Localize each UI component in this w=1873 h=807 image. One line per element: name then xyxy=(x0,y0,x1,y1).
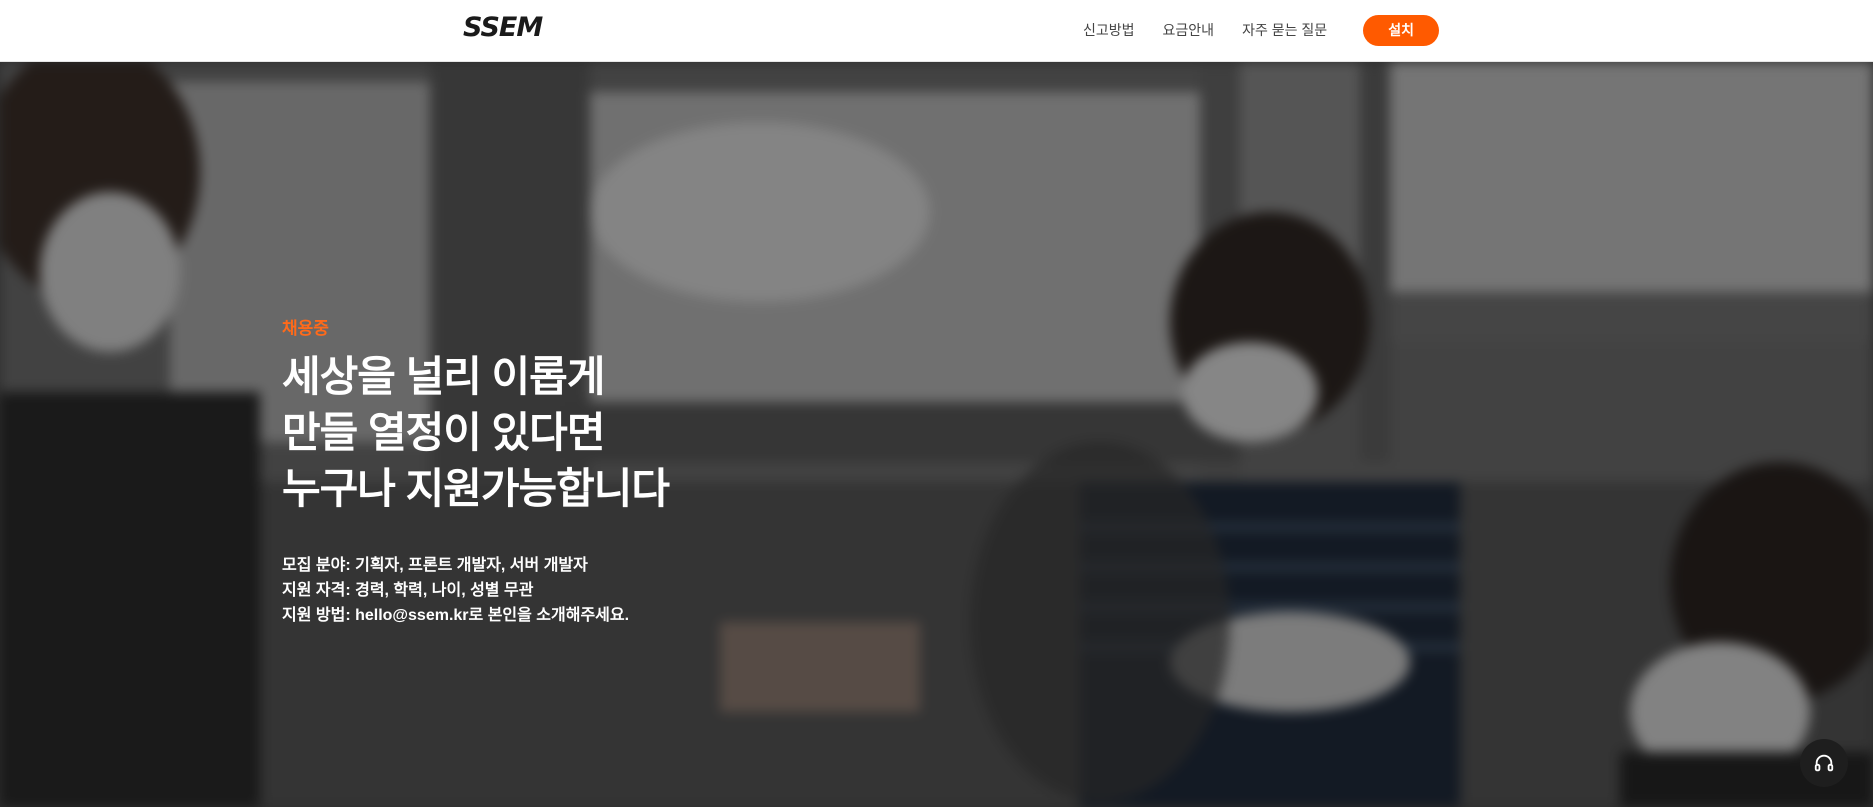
hero-content: 채용중 세상을 널리 이롭게 만들 열정이 있다면 누구나 지원가능합니다 모집… xyxy=(282,314,670,628)
hero-overlay xyxy=(0,62,1873,807)
hiring-badge: 채용중 xyxy=(282,319,329,338)
headline-line-3: 누구나 지원가능합니다 xyxy=(282,465,670,512)
recruit-details: 모집 분야: 기획자, 프론트 개발자, 서버 개발자 지원 자격: 경력, 학… xyxy=(282,553,669,628)
support-chat-button[interactable] xyxy=(1800,739,1848,787)
nav-pricing[interactable]: 요금안내 xyxy=(1163,20,1215,40)
recruit-method: 지원 방법: hello@ssem.kr로 본인을 소개해주세요. xyxy=(282,607,630,624)
page: SSEM 신고방법 요금안내 자주 묻는 질문 설치 채용중 세상을 널리 이롭… xyxy=(0,0,1873,807)
main-nav: 신고방법 요금안내 자주 묻는 질문 설치 xyxy=(1083,0,1440,60)
recruit-field: 모집 분야: 기획자, 프론트 개발자, 서버 개발자 xyxy=(282,557,588,574)
install-button[interactable]: 설치 xyxy=(1363,14,1440,46)
logo[interactable]: SSEM xyxy=(463,12,543,43)
nav-faq[interactable]: 자주 묻는 질문 xyxy=(1242,20,1327,40)
headset-icon xyxy=(1814,754,1834,772)
hero-headline: 세상을 널리 이롭게 만들 열정이 있다면 누구나 지원가능합니다 xyxy=(282,349,670,517)
recruit-qualification: 지원 자격: 경력, 학력, 나이, 성별 무관 xyxy=(282,582,534,599)
hero-section: 채용중 세상을 널리 이롭게 만들 열정이 있다면 누구나 지원가능합니다 모집… xyxy=(0,62,1873,807)
nav-report-method[interactable]: 신고방법 xyxy=(1083,20,1135,40)
site-header: SSEM 신고방법 요금안내 자주 묻는 질문 설치 xyxy=(0,0,1873,62)
headline-line-1: 세상을 널리 이롭게 xyxy=(282,353,605,400)
headline-line-2: 만들 열정이 있다면 xyxy=(282,409,605,456)
